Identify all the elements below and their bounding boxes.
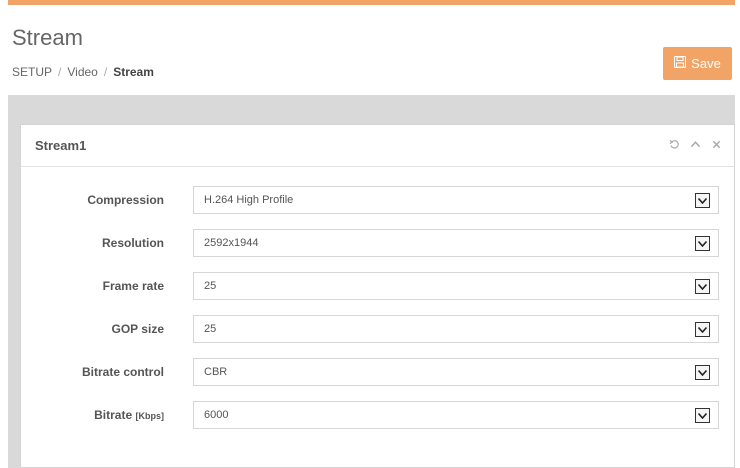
compression-label: Compression <box>87 193 164 207</box>
breadcrumb-separator: / <box>103 65 108 79</box>
close-icon[interactable] <box>711 139 722 150</box>
frame-rate-select[interactable]: 25 <box>193 272 719 300</box>
panel-tools <box>669 139 722 150</box>
page-header: Stream SETUP / Video / Stream Save <box>0 5 740 95</box>
chevron-down-icon[interactable] <box>695 279 710 294</box>
bitrate-unit: [Kbps] <box>135 411 165 421</box>
chevron-down-icon[interactable] <box>695 236 710 251</box>
chevron-down-icon[interactable] <box>695 322 710 337</box>
form-row-resolution: Resolution 2592x1944 <box>21 229 734 259</box>
bitrate-control-select[interactable]: CBR <box>193 358 719 386</box>
bitrate-control-value: CBR <box>204 366 228 378</box>
panel-title: Stream1 <box>35 138 87 153</box>
form-row-bitrate: Bitrate [Kbps] 6000 <box>21 401 734 431</box>
chevron-down-icon[interactable] <box>695 408 710 423</box>
stream-panel: Stream1 Compression H.264 High Profile R… <box>20 124 735 468</box>
chevron-down-icon[interactable] <box>695 365 710 380</box>
page-title: Stream <box>12 25 83 50</box>
panel-heading: Stream1 <box>21 125 734 167</box>
gop-size-select[interactable]: 25 <box>193 315 719 343</box>
bitrate-select[interactable]: 6000 <box>193 401 719 429</box>
breadcrumb: SETUP / Video / Stream <box>12 65 154 79</box>
floppy-disk-icon <box>674 56 687 71</box>
breadcrumb-separator: / <box>58 65 62 79</box>
compression-value: H.264 High Profile <box>204 194 294 206</box>
form-row-compression: Compression H.264 High Profile <box>21 186 734 216</box>
resolution-select[interactable]: 2592x1944 <box>193 229 719 257</box>
breadcrumb-item-video[interactable]: Video <box>67 65 97 79</box>
form-row-frame-rate: Frame rate 25 <box>21 272 734 302</box>
chevron-down-icon[interactable] <box>695 193 710 208</box>
bitrate-label-text: Bitrate <box>94 408 133 422</box>
gop-size-value: 25 <box>204 323 217 335</box>
form-row-gop-size: GOP size 25 <box>21 315 734 345</box>
collapse-icon[interactable] <box>690 139 701 150</box>
bitrate-label: Bitrate [Kbps] <box>94 408 164 422</box>
compression-select[interactable]: H.264 High Profile <box>193 186 719 214</box>
breadcrumb-item-setup[interactable]: SETUP <box>12 65 52 79</box>
breadcrumb-item-stream: Stream <box>113 65 154 79</box>
gop-size-label: GOP size <box>111 322 164 336</box>
resolution-value: 2592x1944 <box>204 237 259 249</box>
save-button[interactable]: Save <box>663 47 732 80</box>
frame-rate-value: 25 <box>204 280 217 292</box>
refresh-icon[interactable] <box>669 139 680 150</box>
bitrate-value: 6000 <box>204 409 229 421</box>
resolution-label: Resolution <box>102 236 164 250</box>
save-button-label: Save <box>691 56 721 71</box>
bitrate-control-label: Bitrate control <box>81 365 164 379</box>
frame-rate-label: Frame rate <box>102 279 164 293</box>
form-row-bitrate-control: Bitrate control CBR <box>21 358 734 388</box>
